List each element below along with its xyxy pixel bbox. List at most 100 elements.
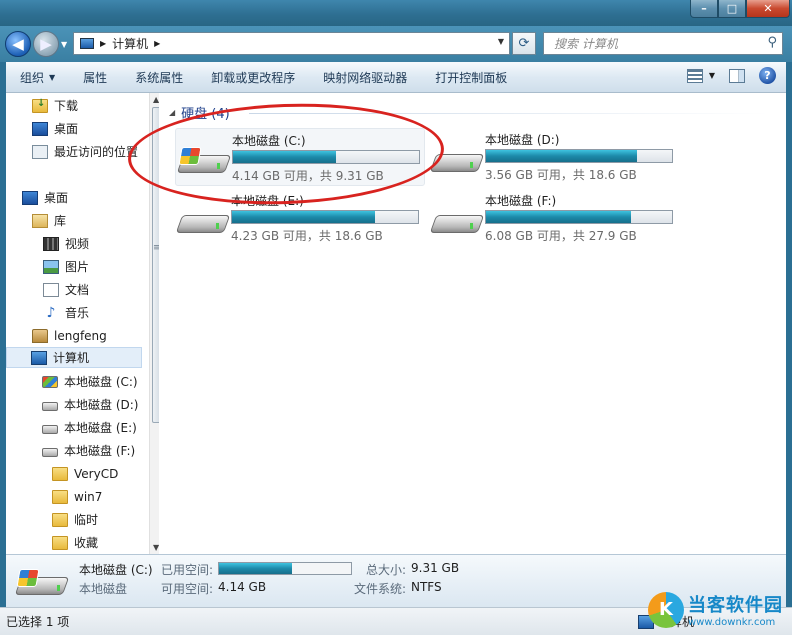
forward-arrow-icon: ▶ <box>40 35 52 53</box>
back-arrow-icon: ◀ <box>12 35 24 53</box>
nav-item-desktop-fav[interactable]: 桌面 <box>32 118 78 139</box>
search-placeholder: 搜索 计算机 <box>554 37 618 51</box>
content-pane: ◢ 硬盘 (4) 本地磁盘 (C:) 4.14 GB 可用，共 9.31 GB … <box>159 93 786 554</box>
nav-label: VeryCD <box>74 466 119 481</box>
nav-label: 文档 <box>65 283 90 297</box>
watermark-title: 当客软件园 <box>688 595 783 616</box>
documents-icon <box>43 282 59 297</box>
drive-name: 本地磁盘 (F:) <box>485 194 557 208</box>
nav-label: 本地磁盘 (D:) <box>64 398 139 412</box>
computer-icon <box>31 350 47 365</box>
breadcrumb-separator-icon[interactable]: ▶ <box>154 39 160 48</box>
search-icon[interactable]: ⚲ <box>767 35 777 50</box>
toolbar-right: ▼ ? <box>686 67 776 84</box>
nav-label: 音乐 <box>65 306 90 320</box>
nav-label: 最近访问的位置 <box>54 145 139 159</box>
pictures-icon <box>43 259 59 274</box>
system-properties-button[interactable]: 系统属性 <box>121 65 197 89</box>
selection-count: 已选择 1 项 <box>6 615 70 629</box>
help-icon[interactable]: ? <box>759 67 776 84</box>
nav-item-favorites[interactable]: 收藏 <box>52 532 98 553</box>
nav-item-win7[interactable]: win7 <box>52 486 102 507</box>
nav-item-desktop[interactable]: 桌面 <box>22 187 68 208</box>
nav-item-recent-places[interactable]: 最近访问的位置 <box>32 141 138 162</box>
search-input[interactable]: 搜索 计算机 ⚲ <box>543 32 783 55</box>
collapse-icon[interactable]: ◢ <box>169 108 175 117</box>
watermark-logo-icon: K <box>648 591 684 628</box>
usage-fill <box>486 211 632 223</box>
properties-button[interactable]: 属性 <box>69 65 121 89</box>
map-network-drive-button[interactable]: 映射网络驱动器 <box>309 65 421 89</box>
folder-icon <box>52 512 68 527</box>
watermark-url: www.downkr.com <box>688 617 776 628</box>
library-icon <box>32 213 48 228</box>
folder-icon <box>52 535 68 550</box>
nav-item-drive-e[interactable]: 本地磁盘 (E:) <box>42 417 137 438</box>
nav-item-music[interactable]: ♪ 音乐 <box>43 302 89 323</box>
scrollbar-thumb[interactable] <box>152 107 159 423</box>
details-name: 本地磁盘 (C:) <box>79 563 153 577</box>
nav-item-temp[interactable]: 临时 <box>52 509 98 530</box>
address-bar[interactable]: ▶ 计算机 ▶ ▼ <box>73 32 510 55</box>
uninstall-program-button[interactable]: 卸载或更改程序 <box>197 65 309 89</box>
group-title: 硬盘 (4) <box>181 107 230 122</box>
drive-icon <box>175 207 231 233</box>
breadcrumb-separator-icon[interactable]: ▶ <box>100 39 106 48</box>
drive-size: 4.23 GB 可用，共 18.6 GB <box>231 229 383 243</box>
forward-button[interactable]: ▶ <box>33 31 59 57</box>
nav-item-verycd[interactable]: VeryCD <box>52 463 118 484</box>
maximize-button[interactable]: □ <box>718 0 746 18</box>
nav-item-computer[interactable]: 计算机 <box>6 347 142 368</box>
used-space-label: 已用空间: <box>161 563 214 577</box>
recent-pages-dropdown[interactable]: ▼ <box>61 40 67 49</box>
nav-label: lengfeng <box>54 328 107 343</box>
nav-item-downloads[interactable]: 下载 <box>32 95 78 116</box>
drive-icon <box>429 146 485 172</box>
close-button[interactable]: ✕ <box>746 0 790 18</box>
nav-item-drive-f[interactable]: 本地磁盘 (F:) <box>42 440 135 461</box>
view-options-dropdown-icon[interactable]: ▼ <box>709 71 715 80</box>
address-dropdown-icon[interactable]: ▼ <box>498 37 504 46</box>
nav-label: 库 <box>54 214 67 228</box>
system-drive-icon <box>14 569 70 597</box>
folder-icon <box>52 466 68 481</box>
total-size-label: 总大小: <box>366 563 407 577</box>
nav-item-drive-d[interactable]: 本地磁盘 (D:) <box>42 394 138 415</box>
nav-label: 临时 <box>74 513 99 527</box>
nav-item-user[interactable]: lengfeng <box>32 325 107 346</box>
total-size-value: 9.31 GB <box>411 561 460 575</box>
drive-size: 3.56 GB 可用，共 18.6 GB <box>485 168 637 182</box>
nav-item-pictures[interactable]: 图片 <box>43 256 89 277</box>
title-bar: – □ ✕ <box>0 0 792 26</box>
open-control-panel-button[interactable]: 打开控制面板 <box>421 65 521 89</box>
free-space-value: 4.14 GB <box>218 580 267 594</box>
nav-label: 下载 <box>54 99 79 113</box>
breadcrumb-computer[interactable]: 计算机 <box>112 35 148 52</box>
drive-tile-d[interactable]: 本地磁盘 (D:) 3.56 GB 可用，共 18.6 GB <box>429 128 679 186</box>
minimize-button[interactable]: – <box>690 0 718 18</box>
chevron-down-icon: ▼ <box>49 72 56 82</box>
nav-label: win7 <box>74 489 103 504</box>
nav-item-videos[interactable]: 视频 <box>43 233 89 254</box>
back-button[interactable]: ◀ <box>5 31 31 57</box>
change-view-icon[interactable] <box>686 68 703 83</box>
usage-bar <box>485 149 673 163</box>
nav-item-drive-c[interactable]: 本地磁盘 (C:) <box>42 371 138 392</box>
video-icon <box>43 236 59 251</box>
drive-tile-e[interactable]: 本地磁盘 (E:) 4.23 GB 可用，共 18.6 GB <box>175 189 425 247</box>
organize-menu[interactable]: 组织 ▼ <box>6 65 69 89</box>
drive-tile-c[interactable]: 本地磁盘 (C:) 4.14 GB 可用，共 9.31 GB <box>175 128 425 186</box>
drive-tile-f[interactable]: 本地磁盘 (F:) 6.08 GB 可用，共 27.9 GB <box>429 189 679 247</box>
nav-item-documents[interactable]: 文档 <box>43 279 89 300</box>
details-usage-fill <box>219 563 293 574</box>
nav-scrollbar[interactable]: ▲ ≡ ▼ <box>149 93 159 554</box>
drive-icon <box>42 401 58 411</box>
drive-size: 6.08 GB 可用，共 27.9 GB <box>485 229 637 243</box>
file-system-value: NTFS <box>411 580 442 594</box>
group-header[interactable]: ◢ 硬盘 (4) <box>169 103 230 122</box>
preview-pane-icon[interactable] <box>729 68 745 83</box>
refresh-button[interactable]: ⟳ <box>512 32 536 55</box>
drive-size: 4.14 GB 可用，共 9.31 GB <box>232 169 384 183</box>
nav-item-libraries[interactable]: 库 <box>32 210 66 231</box>
desktop-icon <box>22 190 38 205</box>
